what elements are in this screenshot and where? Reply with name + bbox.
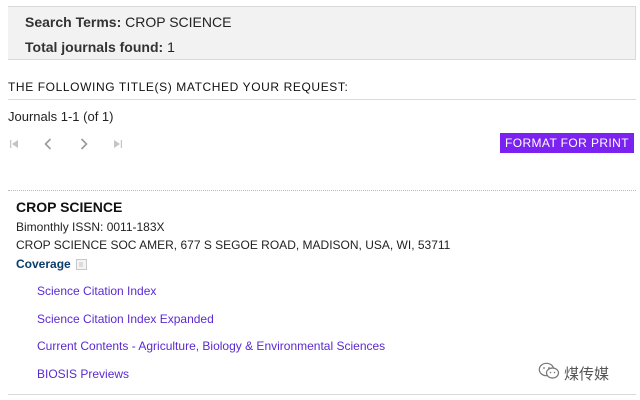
- index-link-science-citation-index[interactable]: Science Citation Index: [37, 284, 156, 298]
- total-journals-row: Total journals found: 1: [25, 39, 175, 55]
- divider: [8, 99, 636, 100]
- chevron-right-icon[interactable]: [74, 134, 94, 154]
- expand-toggle-icon[interactable]: [75, 258, 87, 270]
- page: Search Terms: CROP SCIENCE Total journal…: [0, 0, 640, 400]
- journal-publisher: CROP SCIENCE SOC AMER, 677 S SEGOE ROAD,…: [16, 238, 451, 252]
- search-terms-label: Search Terms:: [25, 14, 122, 30]
- results-count: Journals 1-1 (of 1): [8, 109, 114, 124]
- search-terms-row: Search Terms: CROP SCIENCE: [25, 14, 231, 30]
- search-summary-panel: Search Terms: CROP SCIENCE Total journal…: [8, 6, 636, 60]
- chevron-left-icon[interactable]: [38, 134, 58, 154]
- first-page-icon[interactable]: [4, 134, 24, 154]
- journal-title: CROP SCIENCE: [16, 199, 123, 215]
- coverage-label: Coverage: [16, 257, 71, 271]
- wechat-icon: [538, 362, 564, 384]
- total-journals-value: 1: [167, 39, 175, 55]
- index-link-biosis-previews[interactable]: BIOSIS Previews: [37, 367, 129, 381]
- search-terms-value: CROP SCIENCE: [125, 14, 232, 30]
- dotted-divider: [8, 190, 636, 191]
- format-for-print-button[interactable]: FORMAT FOR PRINT: [500, 133, 634, 153]
- last-page-icon[interactable]: [108, 134, 128, 154]
- watermark-text: 煤传媒: [564, 365, 610, 383]
- watermark: 煤传媒: [538, 362, 609, 384]
- results-heading: THE FOLLOWING TITLE(S) MATCHED YOUR REQU…: [8, 80, 349, 94]
- index-link-sci-expanded[interactable]: Science Citation Index Expanded: [37, 312, 214, 326]
- index-link-current-contents[interactable]: Current Contents - Agriculture, Biology …: [37, 339, 385, 353]
- coverage-toggle[interactable]: Coverage: [16, 257, 87, 271]
- divider: [8, 394, 636, 395]
- total-journals-label: Total journals found:: [25, 39, 164, 55]
- journal-issn: Bimonthly ISSN: 0011-183X: [16, 220, 165, 234]
